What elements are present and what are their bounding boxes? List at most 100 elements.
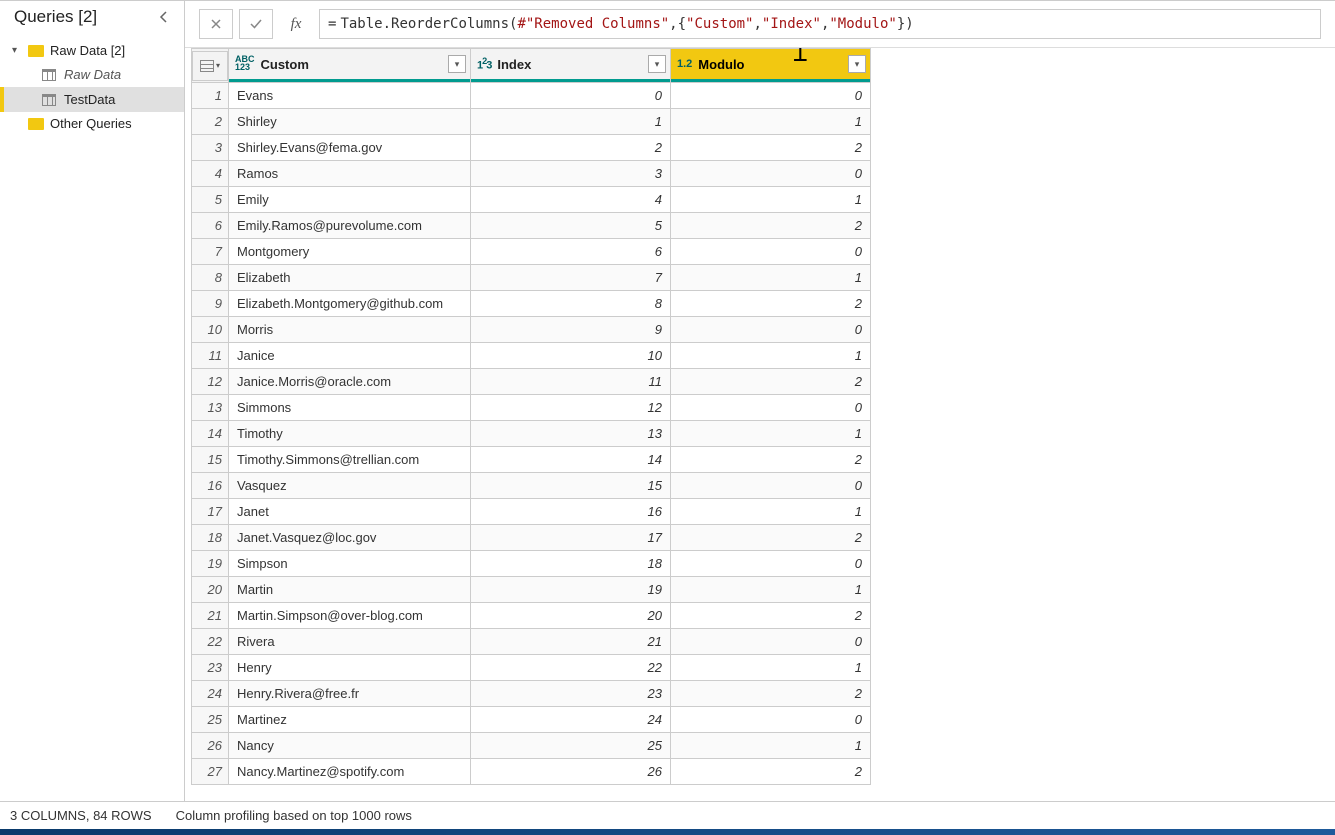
table-row[interactable]: 24 Henry.Rivera@free.fr 23 2 xyxy=(192,681,871,707)
cell-custom[interactable]: Emily.Ramos@purevolume.com xyxy=(229,213,471,239)
cell-index[interactable]: 7 xyxy=(471,265,671,291)
table-row[interactable]: 17 Janet 16 1 xyxy=(192,499,871,525)
column-filter-button[interactable]: ▾ xyxy=(848,55,866,73)
cell-index[interactable]: 13 xyxy=(471,421,671,447)
cell-custom[interactable]: Henry.Rivera@free.fr xyxy=(229,681,471,707)
table-row[interactable]: 4 Ramos 3 0 xyxy=(192,161,871,187)
cell-index[interactable]: 20 xyxy=(471,603,671,629)
formula-input[interactable]: = Table.ReorderColumns(#"Removed Columns… xyxy=(319,9,1321,39)
cell-index[interactable]: 21 xyxy=(471,629,671,655)
table-row[interactable]: 2 Shirley 1 1 xyxy=(192,109,871,135)
table-row[interactable]: 26 Nancy 25 1 xyxy=(192,733,871,759)
column-header-modulo[interactable]: 1.2 Modulo Ꮖ ▾ xyxy=(671,49,871,83)
cell-custom[interactable]: Timothy xyxy=(229,421,471,447)
table-row[interactable]: 25 Martinez 24 0 xyxy=(192,707,871,733)
cell-custom[interactable]: Martinez xyxy=(229,707,471,733)
cell-modulo[interactable]: 0 xyxy=(671,395,871,421)
cell-modulo[interactable]: 1 xyxy=(671,499,871,525)
cell-modulo[interactable]: 1 xyxy=(671,265,871,291)
cell-modulo[interactable]: 0 xyxy=(671,239,871,265)
column-filter-button[interactable]: ▾ xyxy=(648,55,666,73)
cell-index[interactable]: 3 xyxy=(471,161,671,187)
table-row[interactable]: 16 Vasquez 15 0 xyxy=(192,473,871,499)
cell-index[interactable]: 22 xyxy=(471,655,671,681)
cell-modulo[interactable]: 1 xyxy=(671,655,871,681)
cell-custom[interactable]: Montgomery xyxy=(229,239,471,265)
table-row[interactable]: 3 Shirley.Evans@fema.gov 2 2 xyxy=(192,135,871,161)
cell-custom[interactable]: Simpson xyxy=(229,551,471,577)
cell-index[interactable]: 2 xyxy=(471,135,671,161)
cell-modulo[interactable]: 1 xyxy=(671,109,871,135)
datatype-icon[interactable]: 1.2 xyxy=(677,58,692,70)
datatype-icon[interactable]: ABC123 xyxy=(235,55,255,73)
cell-modulo[interactable]: 0 xyxy=(671,707,871,733)
cell-custom[interactable]: Martin xyxy=(229,577,471,603)
cell-index[interactable]: 6 xyxy=(471,239,671,265)
table-row[interactable]: 8 Elizabeth 7 1 xyxy=(192,265,871,291)
cell-modulo[interactable]: 1 xyxy=(671,421,871,447)
cell-index[interactable]: 9 xyxy=(471,317,671,343)
cell-index[interactable]: 16 xyxy=(471,499,671,525)
table-row[interactable]: 7 Montgomery 6 0 xyxy=(192,239,871,265)
cell-modulo[interactable]: 2 xyxy=(671,759,871,785)
formula-confirm-button[interactable] xyxy=(239,9,273,39)
table-row[interactable]: 14 Timothy 13 1 xyxy=(192,421,871,447)
column-filter-button[interactable]: ▾ xyxy=(448,55,466,73)
cell-modulo[interactable]: 0 xyxy=(671,629,871,655)
cell-modulo[interactable]: 1 xyxy=(671,187,871,213)
cell-index[interactable]: 5 xyxy=(471,213,671,239)
cell-index[interactable]: 11 xyxy=(471,369,671,395)
table-row[interactable]: 11 Janice 10 1 xyxy=(192,343,871,369)
tree-group[interactable]: ▾ Raw Data [2] xyxy=(0,39,184,62)
fx-icon[interactable]: fx xyxy=(279,9,313,39)
cell-modulo[interactable]: 0 xyxy=(671,317,871,343)
cell-custom[interactable]: Morris xyxy=(229,317,471,343)
data-grid[interactable]: ▾ ABC123 Custom ▾ 123 Index ▾ 1.2 Modulo… xyxy=(185,48,1335,801)
table-row[interactable]: 19 Simpson 18 0 xyxy=(192,551,871,577)
cell-index[interactable]: 10 xyxy=(471,343,671,369)
table-row[interactable]: 9 Elizabeth.Montgomery@github.com 8 2 xyxy=(192,291,871,317)
cell-custom[interactable]: Vasquez xyxy=(229,473,471,499)
cell-modulo[interactable]: 2 xyxy=(671,447,871,473)
collapse-sidebar-button[interactable] xyxy=(154,7,174,27)
cell-modulo[interactable]: 1 xyxy=(671,577,871,603)
cell-modulo[interactable]: 2 xyxy=(671,681,871,707)
cell-index[interactable]: 14 xyxy=(471,447,671,473)
cell-custom[interactable]: Shirley xyxy=(229,109,471,135)
cell-custom[interactable]: Janice.Morris@oracle.com xyxy=(229,369,471,395)
table-row[interactable]: 15 Timothy.Simmons@trellian.com 14 2 xyxy=(192,447,871,473)
cell-custom[interactable]: Janet.Vasquez@loc.gov xyxy=(229,525,471,551)
cell-modulo[interactable]: 2 xyxy=(671,525,871,551)
tree-group[interactable]: Other Queries xyxy=(0,112,184,135)
cell-custom[interactable]: Timothy.Simmons@trellian.com xyxy=(229,447,471,473)
tree-item[interactable]: Raw Data xyxy=(0,62,184,87)
table-row[interactable]: 6 Emily.Ramos@purevolume.com 5 2 xyxy=(192,213,871,239)
table-row[interactable]: 20 Martin 19 1 xyxy=(192,577,871,603)
table-row[interactable]: 1 Evans 0 0 xyxy=(192,83,871,109)
table-row[interactable]: 13 Simmons 12 0 xyxy=(192,395,871,421)
cell-custom[interactable]: Henry xyxy=(229,655,471,681)
cell-custom[interactable]: Simmons xyxy=(229,395,471,421)
table-row[interactable]: 22 Rivera 21 0 xyxy=(192,629,871,655)
column-header-index[interactable]: 123 Index ▾ xyxy=(471,49,671,83)
cell-index[interactable]: 0 xyxy=(471,83,671,109)
cell-index[interactable]: 8 xyxy=(471,291,671,317)
cell-custom[interactable]: Rivera xyxy=(229,629,471,655)
cell-custom[interactable]: Nancy xyxy=(229,733,471,759)
table-row[interactable]: 18 Janet.Vasquez@loc.gov 17 2 xyxy=(192,525,871,551)
table-row[interactable]: 27 Nancy.Martinez@spotify.com 26 2 xyxy=(192,759,871,785)
tree-item[interactable]: TestData xyxy=(0,87,184,112)
cell-modulo[interactable]: 0 xyxy=(671,551,871,577)
table-row[interactable]: 10 Morris 9 0 xyxy=(192,317,871,343)
cell-custom[interactable]: Martin.Simpson@over-blog.com xyxy=(229,603,471,629)
cell-modulo[interactable]: 2 xyxy=(671,369,871,395)
table-row[interactable]: 23 Henry 22 1 xyxy=(192,655,871,681)
cell-modulo[interactable]: 2 xyxy=(671,603,871,629)
cell-custom[interactable]: Elizabeth xyxy=(229,265,471,291)
cell-custom[interactable]: Shirley.Evans@fema.gov xyxy=(229,135,471,161)
cell-modulo[interactable]: 0 xyxy=(671,473,871,499)
cell-modulo[interactable]: 0 xyxy=(671,161,871,187)
cell-index[interactable]: 15 xyxy=(471,473,671,499)
cell-custom[interactable]: Elizabeth.Montgomery@github.com xyxy=(229,291,471,317)
cell-modulo[interactable]: 1 xyxy=(671,733,871,759)
